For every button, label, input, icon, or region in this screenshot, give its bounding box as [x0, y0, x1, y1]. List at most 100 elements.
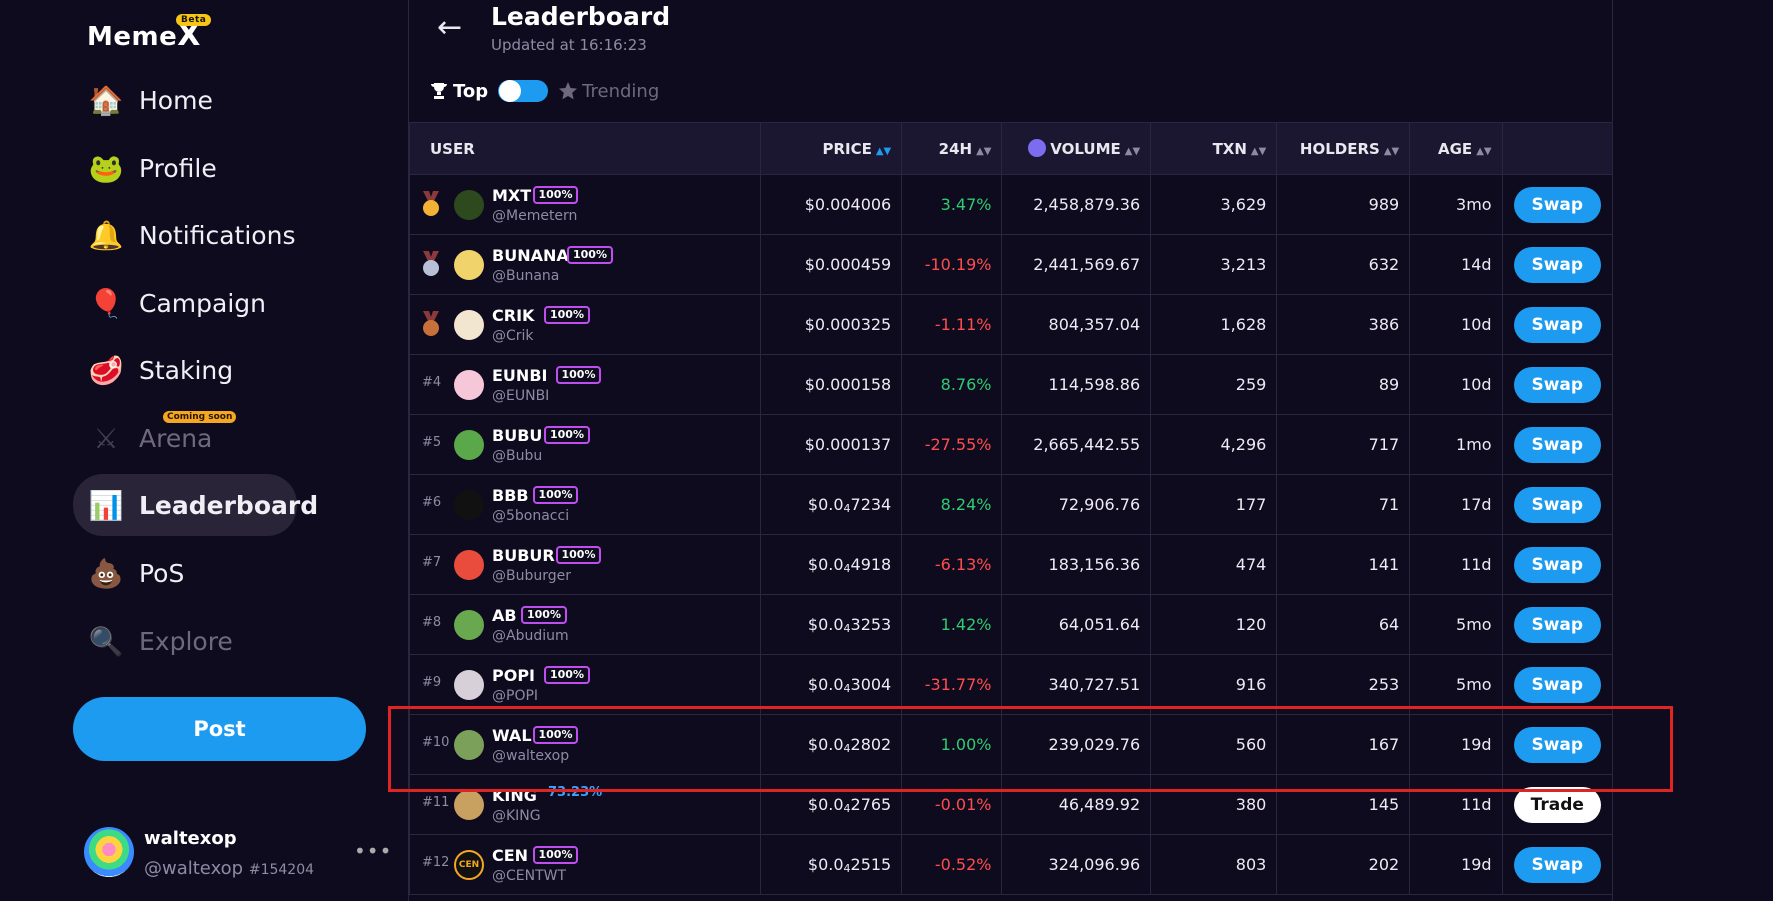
- swap-button[interactable]: Swap: [1513, 426, 1601, 463]
- token-handle[interactable]: @Bunana: [492, 268, 559, 284]
- col-holders[interactable]: HOLDERS ▲▼: [1276, 122, 1411, 175]
- back-arrow-icon[interactable]: ←: [437, 10, 462, 45]
- nav-item-home[interactable]: 🏠 Home: [73, 67, 373, 135]
- col-volume[interactable]: VOLUME ▲▼: [1001, 122, 1152, 175]
- rank-number: #4: [422, 375, 442, 390]
- token-handle[interactable]: @CENTWT: [492, 868, 566, 884]
- swap-button[interactable]: Swap: [1513, 306, 1601, 343]
- user-cell[interactable]: #9 POPI 100% @POPI: [408, 654, 762, 715]
- nav-item-campaign[interactable]: 🎈 Campaign: [73, 270, 373, 338]
- holders-cell: 632: [1276, 234, 1411, 295]
- token-handle[interactable]: @Bubu: [492, 448, 542, 464]
- table-row[interactable]: #5 BUBU 100% @Bubu $0.000137 -27.55% 2,665,442…: [408, 414, 1614, 475]
- holders-cell: 253: [1276, 654, 1411, 715]
- token-handle[interactable]: @Abudium: [492, 628, 569, 644]
- table-row[interactable]: #11 KING 73.23% @KING $0.042765 -0.01% 46,489.…: [408, 774, 1614, 835]
- token-avatar: [454, 310, 484, 340]
- table-row[interactable]: #9 POPI 100% @POPI $0.043004 -31.77% 340,727.5…: [408, 654, 1614, 715]
- nav-item-explore[interactable]: 🔍 Explore: [73, 608, 373, 676]
- nav-item-leaderboard[interactable]: 📊 Leaderboard: [73, 474, 318, 536]
- table-row[interactable]: #10 WAL 100% @waltexop $0.042802 1.00% 239,029…: [408, 714, 1614, 775]
- swap-button[interactable]: Swap: [1513, 546, 1601, 583]
- house-icon: 🏠: [88, 84, 124, 118]
- token-avatar: [454, 550, 484, 580]
- change-cell: -0.52%: [901, 834, 1003, 895]
- token-handle[interactable]: @POPI: [492, 688, 538, 704]
- token-name[interactable]: CRIK: [492, 306, 534, 325]
- swap-button[interactable]: Swap: [1513, 486, 1601, 523]
- token-handle[interactable]: @KING: [492, 808, 541, 824]
- gold-medal-icon: [423, 191, 439, 216]
- table-row[interactable]: #6 BBB 100% @5bonacci $0.047234 8.24% 72,906.7…: [408, 474, 1614, 535]
- trade-button[interactable]: Trade: [1513, 786, 1601, 823]
- user-cell[interactable]: #8 AB 100% @Abudium: [408, 594, 762, 655]
- token-name[interactable]: EUNBI: [492, 366, 547, 385]
- memex-logo[interactable]: MemeX Beta: [87, 14, 212, 53]
- table-row[interactable]: #4 EUNBI 100% @EUNBI $0.000158 8.76% 114,598.8…: [408, 354, 1614, 415]
- token-name[interactable]: BBB: [492, 486, 529, 505]
- col-txn[interactable]: TXN ▲▼: [1150, 122, 1278, 175]
- user-cell[interactable]: #7 BUBUR 100% @Buburger: [408, 534, 762, 595]
- user-cell[interactable]: #10 WAL 100% @waltexop: [408, 714, 762, 775]
- token-name[interactable]: WAL: [492, 726, 532, 745]
- top-trending-toggle[interactable]: [498, 80, 549, 102]
- age-cell: 14d: [1409, 234, 1503, 295]
- user-cell[interactable]: #11 KING 73.23% @KING: [408, 774, 762, 835]
- filter-top[interactable]: Top: [429, 81, 488, 102]
- swap-button[interactable]: Swap: [1513, 246, 1601, 283]
- table-row[interactable]: #8 AB 100% @Abudium $0.043253 1.42% 64,051.64 1…: [408, 594, 1614, 655]
- account-switcher[interactable]: waltexop @waltexop #154204 •••: [84, 825, 391, 885]
- token-handle[interactable]: @EUNBI: [492, 388, 549, 404]
- col-24h[interactable]: 24H ▲▼: [901, 122, 1003, 175]
- col-age[interactable]: AGE ▲▼: [1409, 122, 1503, 175]
- swap-button[interactable]: Swap: [1513, 726, 1601, 763]
- token-avatar: CEN: [454, 850, 484, 880]
- nav-item-pos[interactable]: 💩 PoS: [73, 540, 373, 608]
- rank-number: #9: [422, 675, 442, 690]
- token-handle[interactable]: @Buburger: [492, 568, 571, 584]
- table-row[interactable]: MXT 100% @Memetern $0.004006 3.47% 2,458,879.…: [408, 174, 1614, 235]
- token-name[interactable]: BUBUR: [492, 546, 555, 565]
- user-cell[interactable]: #12 CEN CEN 100% @CENTWT: [408, 834, 762, 895]
- token-name[interactable]: BUNANA: [492, 246, 569, 265]
- user-cell[interactable]: #5 BUBU 100% @Bubu: [408, 414, 762, 475]
- token-name[interactable]: KING: [492, 786, 537, 805]
- swap-button[interactable]: Swap: [1513, 846, 1601, 883]
- volume-cell: 2,458,879.36: [1001, 174, 1152, 235]
- token-handle[interactable]: @Crik: [492, 328, 534, 344]
- token-name[interactable]: MXT: [492, 186, 531, 205]
- token-name[interactable]: CEN: [492, 846, 528, 865]
- filter-trending[interactable]: Trending: [558, 81, 659, 102]
- token-name[interactable]: BUBU: [492, 426, 542, 445]
- nav-item-staking[interactable]: 🥩 Staking: [73, 337, 373, 405]
- token-handle[interactable]: @waltexop: [492, 748, 569, 764]
- post-button[interactable]: Post: [73, 697, 366, 761]
- nav-item-arena[interactable]: ⚔ Arena Coming soon: [73, 405, 373, 473]
- table-row[interactable]: CRIK 100% @Crik $0.000325 -1.11% 804,357.04 1,…: [408, 294, 1614, 355]
- table-row[interactable]: #7 BUBUR 100% @Buburger $0.044918 -6.13% 183,1…: [408, 534, 1614, 595]
- nav-item-profile[interactable]: 🐸 Profile: [73, 135, 373, 203]
- token-handle[interactable]: @5bonacci: [492, 508, 569, 524]
- nav-label: PoS: [139, 559, 185, 589]
- swap-button[interactable]: Swap: [1513, 186, 1601, 223]
- col-price[interactable]: PRICE ▲▼: [760, 122, 903, 175]
- swap-button[interactable]: Swap: [1513, 666, 1601, 703]
- user-cell[interactable]: BUNANA 100% @Bunana: [408, 234, 762, 295]
- table-row[interactable]: #12 CEN CEN 100% @CENTWT $0.042515 -0.52% 324,0…: [408, 834, 1614, 895]
- swap-button[interactable]: Swap: [1513, 606, 1601, 643]
- user-cell[interactable]: #6 BBB 100% @5bonacci: [408, 474, 762, 535]
- table-row[interactable]: BUNANA 100% @Bunana $0.000459 -10.19% 2,441,5…: [408, 234, 1614, 295]
- swap-button[interactable]: Swap: [1513, 366, 1601, 403]
- age-cell: 11d: [1409, 534, 1503, 595]
- more-icon[interactable]: •••: [354, 839, 392, 863]
- user-cell[interactable]: #4 EUNBI 100% @EUNBI: [408, 354, 762, 415]
- nav-item-notifications[interactable]: 🔔 Notifications: [73, 202, 373, 270]
- txn-cell: 259: [1150, 354, 1278, 415]
- user-cell[interactable]: MXT 100% @Memetern: [408, 174, 762, 235]
- token-handle[interactable]: @Memetern: [492, 208, 577, 224]
- token-name[interactable]: AB: [492, 606, 517, 625]
- user-cell[interactable]: CRIK 100% @Crik: [408, 294, 762, 355]
- token-name[interactable]: POPI: [492, 666, 535, 685]
- price-cell: $0.044918: [760, 534, 903, 595]
- holders-cell: 145: [1276, 774, 1411, 835]
